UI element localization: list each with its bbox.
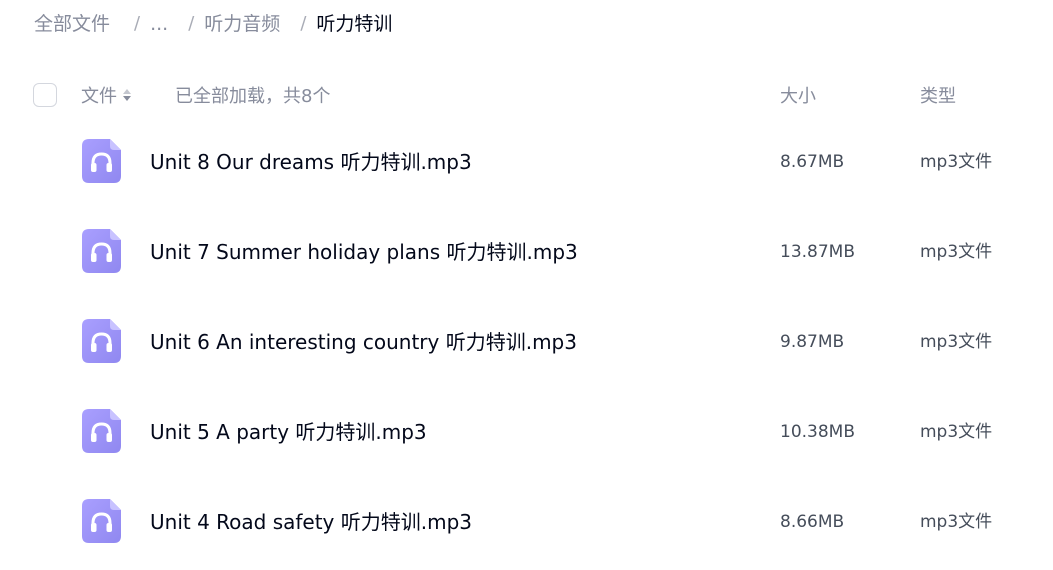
file-row[interactable]: Unit 4 Road safety 听力特训.mp3 8.66MB mp3文件 <box>0 477 1053 567</box>
file-type: mp3文件 <box>920 152 993 172</box>
breadcrumb-parent[interactable]: 听力音频 <box>204 8 280 40</box>
file-type: mp3文件 <box>920 332 993 352</box>
headphones-icon <box>82 499 121 543</box>
file-row[interactable]: Unit 8 Our dreams 听力特训.mp3 8.67MB mp3文件 <box>0 117 1053 207</box>
file-type: mp3文件 <box>920 512 993 532</box>
column-header-file: 文件 <box>81 86 117 107</box>
headphones-icon <box>82 319 121 363</box>
headphones-icon <box>82 409 121 453</box>
breadcrumb: 全部文件 / ... / 听力音频 / 听力特训 <box>34 8 392 40</box>
list-header: 文件 已全部加载，共8个 大小 类型 <box>0 70 1053 120</box>
file-name[interactable]: Unit 8 Our dreams 听力特训.mp3 <box>150 146 472 178</box>
file-size: 13.87MB <box>780 242 855 262</box>
load-status: 已全部加载，共8个 <box>175 86 331 107</box>
column-header-size[interactable]: 大小 <box>780 82 816 108</box>
file-list: Unit 8 Our dreams 听力特训.mp3 8.67MB mp3文件 … <box>0 117 1053 567</box>
headphones-icon <box>82 229 121 273</box>
file-size: 8.67MB <box>780 152 845 172</box>
column-header-type[interactable]: 类型 <box>920 82 956 108</box>
file-size: 10.38MB <box>780 422 855 442</box>
file-name[interactable]: Unit 4 Road safety 听力特训.mp3 <box>150 506 472 538</box>
file-size: 8.66MB <box>780 512 845 532</box>
select-all-checkbox[interactable] <box>33 83 57 107</box>
breadcrumb-root[interactable]: 全部文件 <box>34 8 110 40</box>
breadcrumb-ellipsis[interactable]: ... <box>150 8 168 40</box>
breadcrumb-separator: / <box>188 13 195 34</box>
breadcrumb-current: 听力特训 <box>316 13 393 35</box>
breadcrumb-separator: / <box>300 13 307 34</box>
headphones-icon <box>82 139 121 183</box>
sort-icon <box>123 89 131 101</box>
file-row[interactable]: Unit 6 An interesting country 听力特训.mp3 9… <box>0 297 1053 387</box>
file-row[interactable]: Unit 5 A party 听力特训.mp3 10.38MB mp3文件 <box>0 387 1053 477</box>
file-browser: 全部文件 / ... / 听力音频 / 听力特训 文件 已全部加载，共8个 大小… <box>0 0 1053 570</box>
file-type: mp3文件 <box>920 242 993 262</box>
breadcrumb-separator: / <box>134 13 141 34</box>
sort-by-name-button[interactable]: 文件 <box>81 82 131 108</box>
file-size: 9.87MB <box>780 332 845 352</box>
file-name[interactable]: Unit 7 Summer holiday plans 听力特训.mp3 <box>150 236 578 268</box>
file-type: mp3文件 <box>920 422 993 442</box>
file-name[interactable]: Unit 6 An interesting country 听力特训.mp3 <box>150 326 577 358</box>
file-name[interactable]: Unit 5 A party 听力特训.mp3 <box>150 416 427 448</box>
file-row[interactable]: Unit 7 Summer holiday plans 听力特训.mp3 13.… <box>0 207 1053 297</box>
